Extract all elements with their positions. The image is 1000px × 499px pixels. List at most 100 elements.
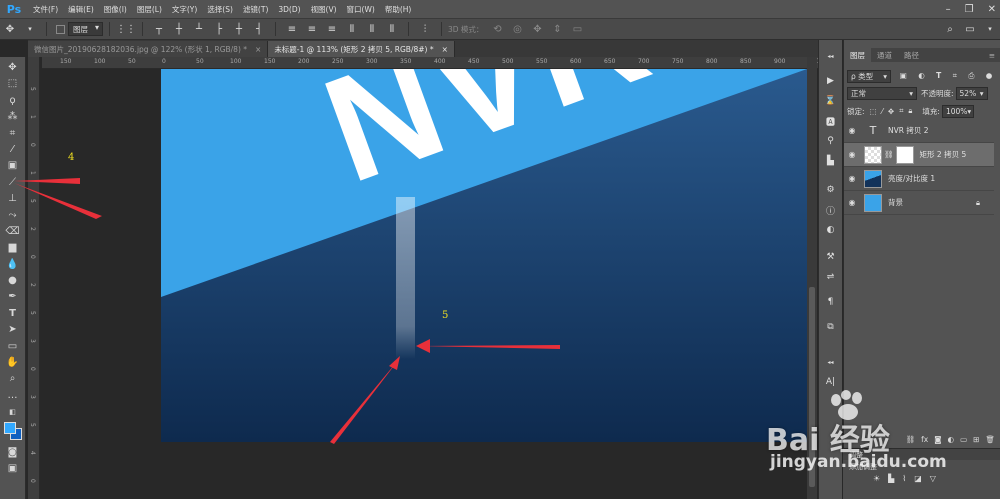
distribute-top-icon[interactable]: ≡ [285,22,299,36]
marquee-tool-icon[interactable]: ⬚ [3,76,23,91]
eye-icon[interactable]: ◉ [844,150,860,159]
move-tool-icon[interactable]: ✥ [3,60,23,75]
align-hcenter-icon[interactable]: ┼ [232,22,246,36]
play-action-icon[interactable]: ▶ [822,72,840,90]
type-tool-icon[interactable]: T [3,306,23,321]
dodge-tool-icon[interactable]: ● [3,273,23,288]
eye-icon[interactable]: ◉ [844,174,860,183]
quick-mask-icon[interactable]: ◙ [3,445,23,460]
crop-tool-icon[interactable]: ⌗ [3,126,23,141]
character-icon[interactable]: 🅰 [822,112,840,130]
workspace-icon[interactable]: ▭ [963,22,977,36]
opacity-field[interactable]: 52% ▾ [955,86,988,100]
close-icon[interactable]: ✕ [988,4,996,15]
align-right-icon[interactable]: ┤ [252,22,266,36]
history-icon[interactable]: ⌛ [822,92,840,110]
menu-select[interactable]: 选择(S) [202,4,238,15]
new-group-icon[interactable]: ▭ [960,435,967,444]
lock-artboard-icon[interactable]: ⌗ [899,106,903,116]
more-tools-icon[interactable]: … [3,388,23,403]
lock-position-icon[interactable]: ✥ [888,107,894,116]
transform-controls-icon[interactable]: ⋮⋮ [116,22,136,36]
tab-paths[interactable]: 路径 [898,48,925,62]
chevron-down-icon[interactable]: ▾ [23,22,37,36]
filter-smart-icon[interactable]: ⎙ [968,71,974,81]
distribute-left-icon[interactable]: ⦀ [345,22,359,36]
layer-row-nvr-copy[interactable]: ◉ T NVR 拷贝 2 [844,119,994,143]
info-icon[interactable]: ⓘ [822,201,840,219]
distribute-hcenter-icon[interactable]: ⦀ [365,22,379,36]
minimize-icon[interactable]: – [946,4,951,15]
clone-stamp-tool-icon[interactable]: ⊥ [3,191,23,206]
eye-icon[interactable]: ◉ [844,198,860,207]
3d-slide-icon[interactable]: ⇕ [550,22,564,36]
layer-mask-thumbnail[interactable] [895,145,914,164]
align-top-icon[interactable]: ┬ [152,22,166,36]
chevron-down-icon[interactable]: ▾ [983,22,997,36]
lock-image-icon[interactable]: ⁄ [882,107,883,116]
menu-view[interactable]: 视图(V) [306,4,342,15]
layer-row-brightness-contrast[interactable]: ◉ 亮度/对比度 1 [844,167,994,191]
doc-tab-1[interactable]: 微信图片_20190628182036.jpg @ 122% (形状 1, RG… [28,41,269,57]
clone-source-icon[interactable]: ⧉ [822,318,840,336]
filter-toggle-icon[interactable]: ● [986,71,993,81]
tab-channels[interactable]: 通道 [871,48,898,62]
brush-settings-icon[interactable]: ⚲ [822,132,840,150]
distribute-vcenter-icon[interactable]: ≡ [305,22,319,36]
levels-icon[interactable]: ▙ [888,474,894,483]
hand-tool-icon[interactable]: ✋ [3,355,23,370]
align-vcenter-icon[interactable]: ┼ [172,22,186,36]
fx-icon[interactable]: fx [921,435,928,444]
screen-mode-icon[interactable]: ▣ [3,461,23,476]
eyedropper-tool-icon[interactable]: ⁄ [3,142,23,157]
foreground-color-swatch[interactable] [3,421,16,434]
blur-tool-icon[interactable]: 💧 [3,257,23,272]
layer-row-background[interactable]: ◉ 背景 🔒︎ [844,191,994,215]
lock-all-icon[interactable]: 🔒︎ [908,106,912,116]
align-bottom-icon[interactable]: ┴ [192,22,206,36]
histogram-icon[interactable]: ▙ [822,152,840,170]
zoom-tool-icon[interactable]: ⌕ [3,371,23,386]
blend-mode-dropdown[interactable]: 正常 ▾ [847,86,917,100]
fill-field[interactable]: 100% ▾ [941,104,974,118]
menu-filter[interactable]: 滤镜(T) [238,4,273,15]
3d-rotate-icon[interactable]: ⟲ [490,22,504,36]
3d-drag-icon[interactable]: ✥ [530,22,544,36]
tab-layers[interactable]: 图层 [844,48,871,62]
tool-presets-icon[interactable]: ⚒ [822,248,840,266]
menu-file[interactable]: 文件(F) [28,4,63,15]
lock-transparent-icon[interactable]: ⬚ [870,107,877,116]
color-swatches[interactable] [3,421,23,441]
menu-3d[interactable]: 3D(D) [273,5,305,14]
new-layer-icon[interactable]: ⊞ [973,435,979,444]
menu-window[interactable]: 窗口(W) [342,4,380,15]
selected-fading-bar[interactable] [396,197,415,359]
menu-edit[interactable]: 编辑(E) [63,4,99,15]
panel-menu-icon[interactable]: ≡ [983,48,1000,62]
distribute-bottom-icon[interactable]: ≡ [325,22,339,36]
close-icon[interactable]: × [255,45,261,54]
brush-tool-icon[interactable]: ⟋ [3,175,23,190]
lasso-tool-icon[interactable]: ϙ [3,93,23,108]
maximize-icon[interactable]: ❐ [965,4,974,15]
auto-align-icon[interactable]: ⫶ [418,22,432,36]
layer-row-rectangle-copy[interactable]: ◉ ⛓ 矩形 2 拷贝 5 [844,143,994,167]
rectangle-tool-icon[interactable]: ▭ [3,339,23,354]
close-icon[interactable]: × [442,45,448,54]
filter-shape-icon[interactable]: ⌗ [953,71,957,81]
move-tool-icon[interactable]: ✥ [3,22,17,36]
exposure-icon[interactable]: ◪ [914,474,922,483]
collapse-panels-icon[interactable]: ◂◂ [822,353,840,371]
pen-tool-icon[interactable]: ✒ [3,289,23,304]
paragraph-icon[interactable]: ¶ [822,293,840,311]
trash-icon[interactable]: 🗑︎ [985,435,995,444]
filter-adjust-icon[interactable]: ◐ [918,71,925,81]
auto-select-checkbox[interactable] [56,24,65,34]
menu-image[interactable]: 图像(I) [99,4,132,15]
color-icon[interactable]: ◐ [822,221,840,239]
auto-select-dropdown[interactable]: 图层 [68,22,103,36]
collapse-panels-icon[interactable]: ◂◂ [822,47,840,65]
add-mask-icon[interactable]: ◙ [934,435,941,444]
quick-select-tool-icon[interactable]: ⁂ [3,109,23,124]
brightness-icon[interactable]: ☀ [873,474,880,483]
